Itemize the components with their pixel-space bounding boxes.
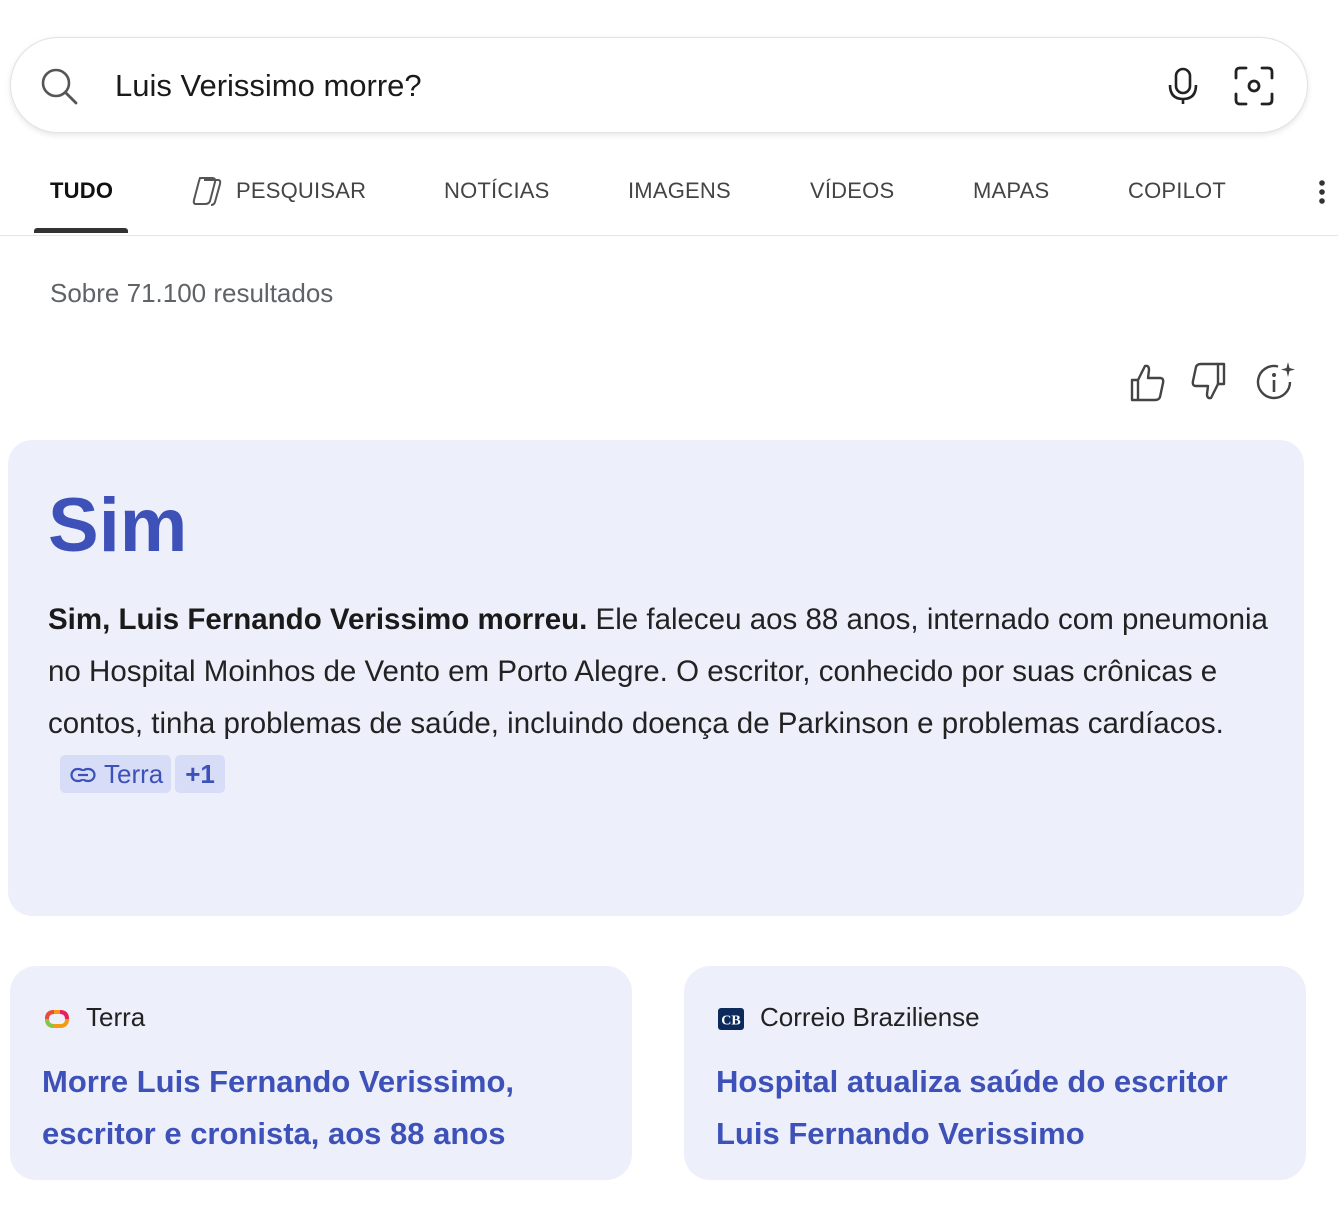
search-input[interactable]	[115, 64, 1095, 108]
source-card-correio[interactable]: CB Correio Braziliense Hospital atualiza…	[684, 966, 1306, 1180]
link-icon	[70, 767, 96, 783]
copilot-icon	[192, 177, 222, 206]
source-card-terra[interactable]: Terra Morre Luis Fernando Verissimo, esc…	[10, 966, 632, 1180]
tab-pesquisar[interactable]: PESQUISAR	[236, 178, 366, 204]
results-count: Sobre 71.100 resultados	[50, 278, 334, 308]
tab-imagens[interactable]: IMAGENS	[628, 178, 731, 204]
microphone-icon[interactable]	[1163, 66, 1203, 106]
visual-search-icon[interactable]	[1233, 65, 1275, 107]
answer-card: Sim Sim, Luis Fernando Verissimo morreu.…	[8, 440, 1304, 916]
source-title-link[interactable]: Morre Luis Fernando Verissimo, escritor …	[42, 1056, 602, 1160]
terra-logo-icon	[45, 1010, 69, 1028]
answer-bold-lead: Sim, Luis Fernando Verissimo morreu.	[48, 603, 588, 636]
citation-label: Terra	[104, 759, 164, 789]
answer-title: Sim	[48, 483, 188, 568]
answer-text: Sim, Luis Fernando Verissimo morreu. Ele…	[48, 594, 1278, 802]
tab-tudo[interactable]: TUDO	[50, 178, 113, 204]
search-icon[interactable]	[39, 66, 79, 106]
thumbs-down-icon[interactable]	[1188, 360, 1232, 404]
source-name: Correio Braziliense	[760, 1002, 980, 1032]
thumbs-up-icon[interactable]	[1124, 360, 1168, 404]
correio-logo-text: CB	[721, 1014, 740, 1029]
search-tabs: TUDO PESQUISAR NOTÍCIAS IMAGENS VÍDEOS M…	[0, 150, 1338, 236]
source-title-link[interactable]: Hospital atualiza saúde do escritor Luis…	[716, 1056, 1276, 1160]
source-name: Terra	[86, 1002, 146, 1032]
tab-noticias[interactable]: NOTÍCIAS	[444, 178, 550, 204]
citation-more[interactable]: +1	[175, 755, 225, 793]
search-bar	[10, 37, 1308, 133]
ai-info-icon[interactable]	[1254, 360, 1298, 404]
tab-copilot[interactable]: COPILOT	[1128, 178, 1226, 204]
tab-mapas[interactable]: MAPAS	[973, 178, 1049, 204]
tab-videos[interactable]: VÍDEOS	[810, 178, 894, 204]
more-options-icon[interactable]	[1312, 178, 1332, 206]
correio-braziliense-logo-icon: CB	[718, 1008, 744, 1030]
active-tab-indicator	[34, 228, 128, 233]
citation-terra[interactable]: Terra	[60, 755, 172, 793]
